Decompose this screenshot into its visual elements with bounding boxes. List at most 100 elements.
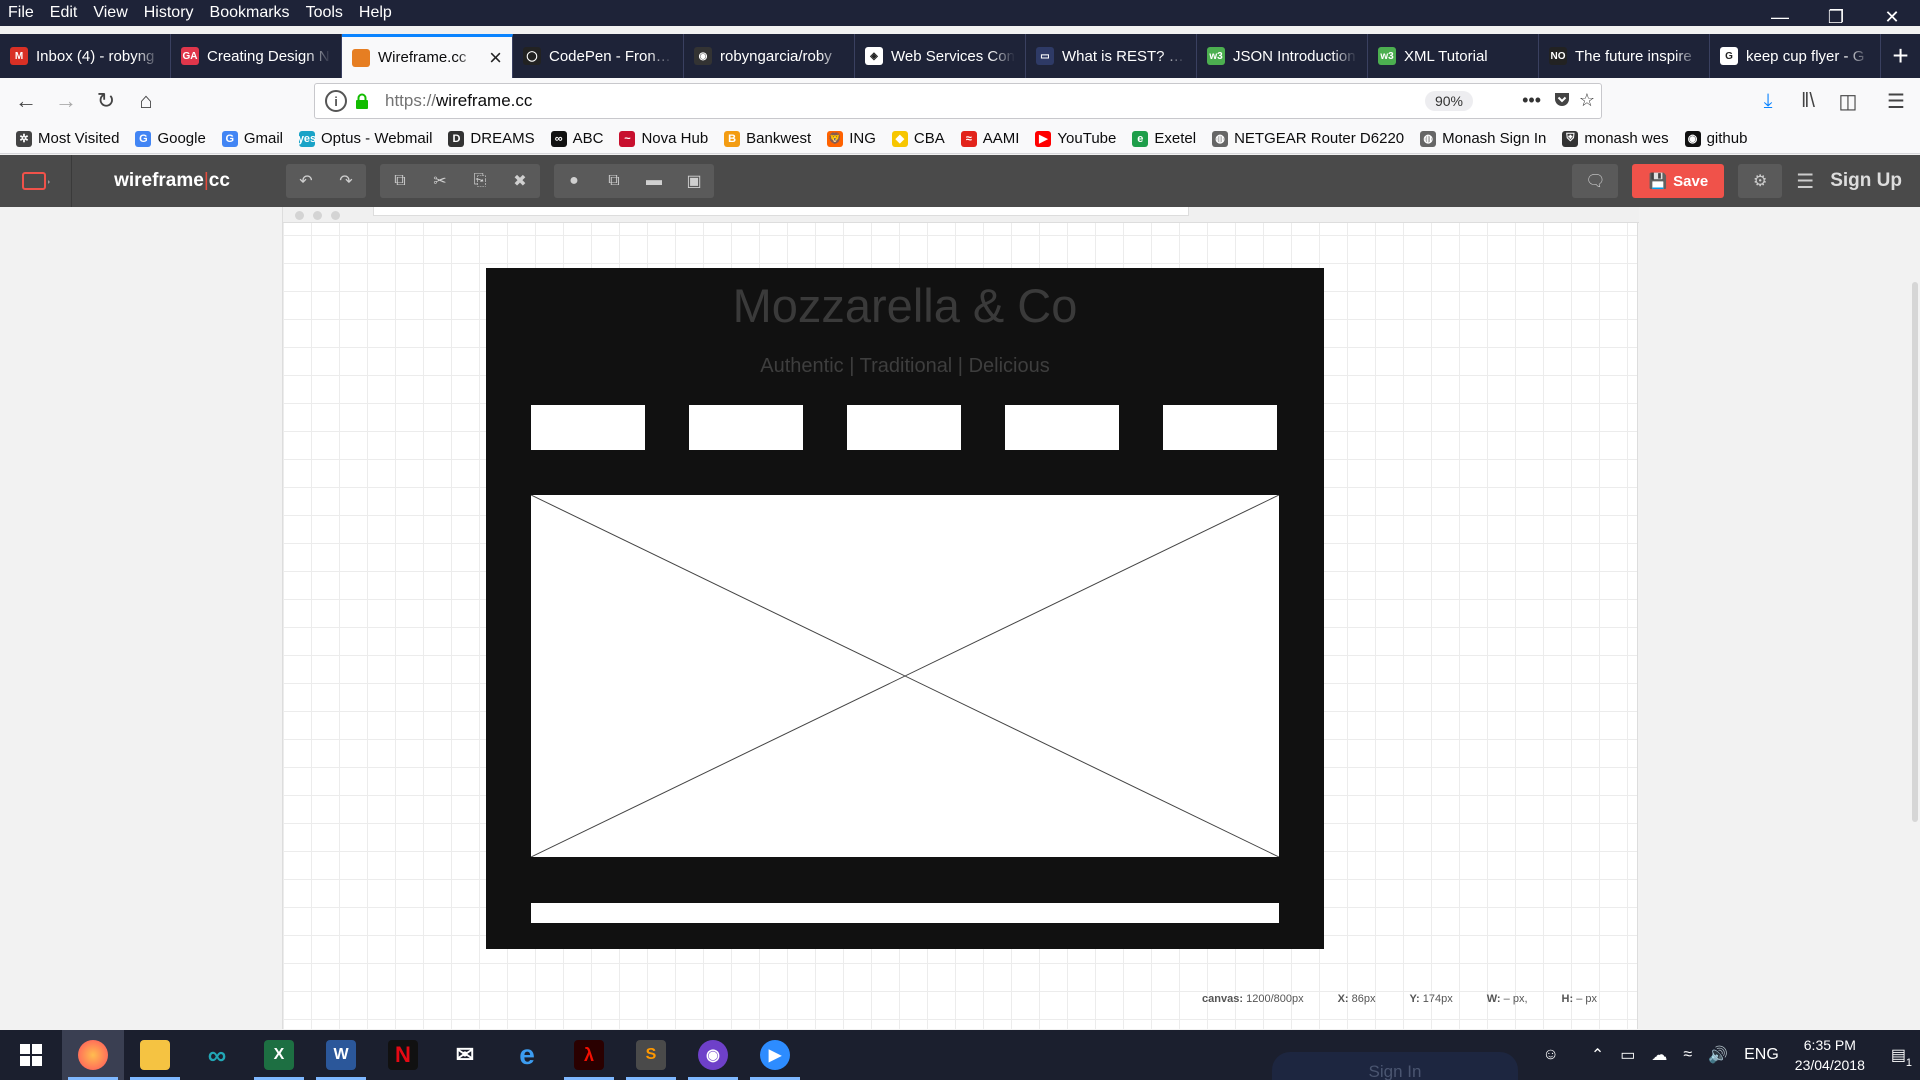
forward-icon[interactable]: → — [46, 83, 86, 119]
delete-icon[interactable]: ✖ — [500, 164, 540, 198]
zoom-badge[interactable]: 90% — [1424, 91, 1473, 111]
wifi-icon[interactable]: ≈ — [1683, 1046, 1692, 1064]
save-button[interactable]: 💾 Save — [1632, 164, 1725, 198]
bookmark-item[interactable]: D DREAMS — [448, 130, 535, 147]
wireframe-nav-box[interactable] — [689, 405, 803, 450]
bookmark-item[interactable]: ∞ ABC — [550, 130, 603, 147]
bookmark-item[interactable]: ✲ Most Visited — [16, 130, 119, 147]
taskbar-sublime[interactable]: S — [620, 1030, 682, 1080]
app-brand[interactable]: wireframe|cc — [72, 170, 272, 192]
redo-icon[interactable]: ↷ — [326, 164, 366, 198]
group-icon[interactable]: ▣ — [674, 164, 714, 198]
tray-chevron-icon[interactable]: ⌃ — [1591, 1045, 1604, 1065]
lock-element-icon[interactable]: ● — [554, 164, 594, 198]
taskbar-github-desktop[interactable]: ◉ — [682, 1030, 744, 1080]
cut-icon[interactable]: ✂ — [420, 164, 460, 198]
more-actions-icon[interactable]: ••• — [1522, 90, 1541, 111]
home-icon[interactable]: ⌂ — [126, 83, 166, 119]
wireframe-nav-box[interactable] — [847, 405, 961, 450]
taskbar-zoom[interactable]: ▶ — [744, 1030, 806, 1080]
comment-icon[interactable]: 🗨 — [1572, 164, 1619, 198]
bookmark-item[interactable]: ◉ github — [1684, 130, 1747, 147]
download-icon[interactable]: ⤓ — [1748, 83, 1788, 119]
url-bar[interactable]: i https://wireframe.cc 90% ••• ☆ — [314, 83, 1602, 119]
bookmark-item[interactable]: G Google — [135, 130, 206, 147]
bookmark-item[interactable]: G Gmail — [221, 130, 283, 147]
bookmark-item[interactable]: ◍ Monash Sign In — [1420, 130, 1546, 147]
settings-icon[interactable]: ⚙ — [1738, 164, 1783, 198]
menu-bookmarks[interactable]: Bookmarks — [202, 0, 298, 26]
restore-icon[interactable]: ❐ — [1808, 0, 1864, 34]
app-menu-icon[interactable]: ☰ — [1788, 164, 1822, 198]
close-window-icon[interactable]: ✕ — [1864, 0, 1920, 34]
undo-icon[interactable]: ↶ — [286, 164, 326, 198]
taskbar-edge[interactable]: e — [496, 1030, 558, 1080]
taskbar-word[interactable]: W — [310, 1030, 372, 1080]
wireframe-canvas[interactable]: Mozzarella & Co Authentic | Traditional … — [282, 207, 1639, 1029]
wireframe-page-frame[interactable]: Mozzarella & Co Authentic | Traditional … — [486, 268, 1324, 949]
close-tab-icon[interactable]: × — [489, 45, 502, 71]
wireframe-nav-box[interactable] — [1163, 405, 1277, 450]
minimize-icon[interactable]: — — [1752, 0, 1808, 34]
new-tab-button[interactable]: + — [1881, 34, 1920, 78]
taskbar-excel[interactable]: X — [248, 1030, 310, 1080]
hamburger-menu-icon[interactable]: ☰ — [1876, 83, 1916, 119]
tab-0[interactable]: M Inbox (4) - robyng — [0, 34, 171, 78]
battery-icon[interactable]: ▭ — [1620, 1045, 1635, 1065]
tab-3[interactable]: ◯ CodePen - Front E — [513, 34, 684, 78]
notifications-icon[interactable]: ▤ 1 — [1891, 1045, 1912, 1069]
volume-icon[interactable]: 🔊 — [1708, 1045, 1728, 1065]
bookmark-item[interactable]: ▶ YouTube — [1035, 130, 1116, 147]
onedrive-icon[interactable]: ☁ — [1651, 1045, 1667, 1065]
pocket-icon[interactable] — [1553, 90, 1571, 113]
taskbar-firefox[interactable] — [62, 1030, 124, 1080]
wireframe-nav-box[interactable] — [531, 405, 645, 450]
tab-9[interactable]: NO The future inspire — [1539, 34, 1710, 78]
wireframe-tagline[interactable]: Authentic | Traditional | Delicious — [486, 355, 1324, 378]
taskbar-acrobat[interactable]: λ — [558, 1030, 620, 1080]
tab-5[interactable]: ◈ Web Services Con — [855, 34, 1026, 78]
tab-10[interactable]: Gkeep cup flyer - G — [1710, 34, 1881, 78]
reload-icon[interactable]: ↻ — [86, 83, 126, 119]
bookmark-item[interactable]: ◍ NETGEAR Router D6220 — [1212, 130, 1404, 147]
tab-6[interactable]: ▭ What is REST? | C — [1026, 34, 1197, 78]
page-shape-icon[interactable] — [0, 155, 72, 207]
bookmark-item[interactable]: ◆ CBA — [891, 130, 945, 147]
copy-icon[interactable]: ⧉ — [380, 164, 420, 198]
taskbar-explorer[interactable] — [124, 1030, 186, 1080]
menu-view[interactable]: View — [85, 0, 135, 26]
bookmark-item[interactable]: ≈ AAMI — [960, 130, 1019, 147]
start-button[interactable] — [0, 1030, 62, 1080]
bookmark-item[interactable]: e Exetel — [1132, 130, 1196, 147]
back-icon[interactable]: ← — [6, 83, 46, 119]
bookmark-item[interactable]: B Bankwest — [724, 130, 811, 147]
menu-tools[interactable]: Tools — [298, 0, 351, 26]
taskbar-netflix[interactable]: N — [372, 1030, 434, 1080]
url-text[interactable]: https://wireframe.cc — [385, 91, 532, 111]
bookmark-item[interactable]: 🦁 ING — [827, 130, 876, 147]
taskbar-arduino[interactable]: ∞ — [186, 1030, 248, 1080]
wireframe-title[interactable]: Mozzarella & Co — [486, 278, 1324, 333]
sidebar-icon[interactable]: ◫ — [1828, 83, 1868, 119]
wireframe-footer-bar[interactable] — [531, 903, 1279, 923]
sign-up-link[interactable]: Sign Up — [1830, 170, 1902, 192]
align-icon[interactable]: ▬ — [634, 164, 674, 198]
page-scrollbar[interactable] — [1912, 282, 1918, 822]
menu-edit[interactable]: Edit — [42, 0, 86, 26]
arrange-icon[interactable]: ⧉ — [594, 164, 634, 198]
people-icon[interactable]: ☺ — [1543, 1046, 1559, 1064]
menu-history[interactable]: History — [136, 0, 202, 26]
bookmark-item[interactable]: ~ Nova Hub — [619, 130, 708, 147]
wireframe-nav-box[interactable] — [1005, 405, 1119, 450]
bookmark-item[interactable]: ⛨ monash wes — [1562, 130, 1669, 147]
tab-4[interactable]: ◉ robyngarcia/roby — [684, 34, 855, 78]
tab-7[interactable]: w3 JSON Introduction — [1197, 34, 1368, 78]
bookmark-star-icon[interactable]: ☆ — [1579, 90, 1595, 111]
info-icon[interactable]: i — [325, 90, 347, 112]
language-indicator[interactable]: ENG — [1744, 1046, 1779, 1064]
tab-2[interactable]: Wireframe.cc × — [342, 34, 513, 78]
menu-help[interactable]: Help — [351, 0, 400, 26]
paste-icon[interactable]: ⎘ — [460, 164, 500, 198]
clock[interactable]: 6:35 PM 23/04/2018 — [1795, 1035, 1865, 1075]
tab-1[interactable]: GA Creating Design N — [171, 34, 342, 78]
